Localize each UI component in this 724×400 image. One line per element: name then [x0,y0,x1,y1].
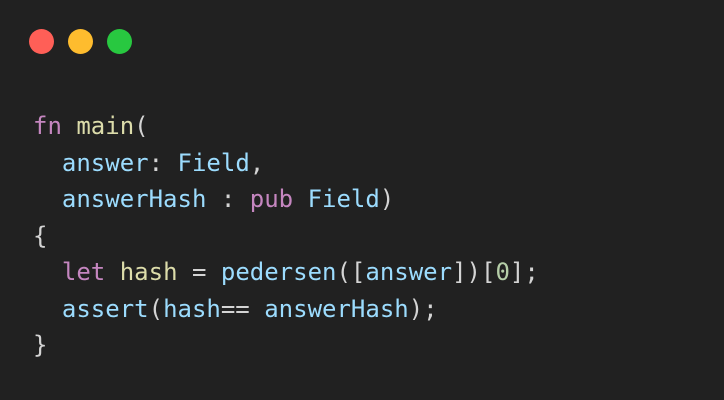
code-line-5: let hash = pedersen([answer])[0]; [33,254,539,291]
type-name: Field [307,185,380,213]
punctuation: ( [134,112,149,140]
code-line-6: assert(hash== answerHash); [33,291,539,328]
function-call: assert [61,294,149,323]
argument: hash [163,294,221,323]
variable-name: hash [119,258,178,286]
punctuation: : [206,185,250,213]
punctuation: ])[ [452,258,496,286]
punctuation: : [148,148,178,177]
punctuation: } [33,331,48,359]
close-icon[interactable] [29,29,54,54]
maximize-icon[interactable] [107,29,132,54]
punctuation: ]; [509,258,539,286]
keyword: let [61,258,106,286]
code-line-1: fn main( [33,108,539,145]
number-literal: 0 [495,258,510,286]
minimize-icon[interactable] [68,29,93,54]
code-line-4: { [33,218,539,255]
punctuation: ); [408,294,438,323]
punctuation: ( [148,294,164,323]
function-name: main [76,112,135,140]
window-controls [29,29,132,54]
parameter-name: answerHash [61,185,207,213]
punctuation: , [249,148,265,177]
type-name: Field [177,148,250,177]
argument: answer [365,258,453,286]
function-call: pedersen [220,258,337,286]
keyword: fn [33,112,62,140]
code-line-3: answerHash : pub Field) [33,181,539,218]
keyword: pub [249,185,294,213]
punctuation: ) [379,185,395,213]
punctuation: { [33,221,48,250]
punctuation: ([ [336,258,366,286]
code-snippet-window: fn main( answer: Field, answerHash : pub… [0,0,724,400]
code-block: fn main( answer: Field, answerHash : pub… [33,108,539,364]
argument: answerHash [264,294,409,323]
punctuation: = [177,258,221,286]
operator: == [220,294,265,323]
code-line-2: answer: Field, [33,145,539,182]
code-line-7: } [33,327,539,364]
parameter-name: answer [61,148,149,177]
